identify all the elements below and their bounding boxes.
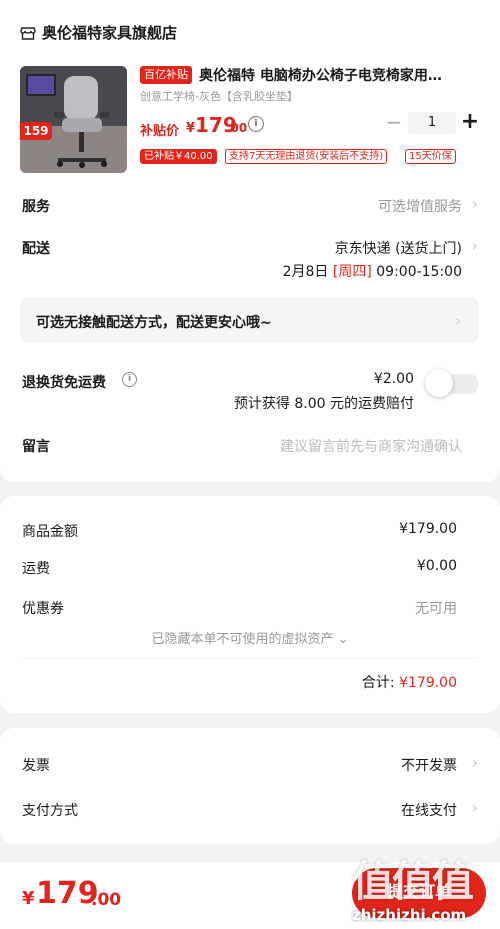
shipping-fee-label: 运费	[22, 561, 50, 577]
hidden-assets-toggle[interactable]: 已隐藏本单不可使用的虚拟资产 ⌄	[0, 628, 500, 647]
subsidy-amount-tag: 已补贴￥40.00	[140, 149, 217, 164]
delivery-schedule[interactable]: 2月8日 [周四] 09:00-15:00	[283, 261, 462, 281]
delivery-chevron-icon[interactable]: ›	[472, 236, 478, 255]
quantity-decrease-button[interactable]: −	[382, 111, 406, 135]
invoice-value[interactable]: 不开发票	[401, 755, 457, 775]
image-price-badge: 159	[20, 122, 52, 140]
product-spec[interactable]: 创意工学椅-灰色【含乳胶坐垫】	[140, 88, 298, 104]
total-integer: 179	[36, 876, 99, 911]
payment-chevron-icon[interactable]: ›	[472, 798, 478, 817]
hidden-assets-text: 已隐藏本单不可使用的虚拟资产	[151, 632, 334, 647]
message-input[interactable]: 建议留言前先与商家沟通确认	[280, 436, 462, 456]
price-summary-card: 商品金额 ¥179.00 运费 ¥0.00 优惠券 无可用 已隐藏本单不可使用的…	[0, 496, 500, 713]
contactless-delivery-text: 可选无接触配送方式，配送更安心哦~	[36, 315, 272, 331]
service-label: 服务	[22, 199, 50, 215]
product-title[interactable]: 奥伦福特 电脑椅办公椅子电竞椅家用…	[199, 65, 474, 85]
delivery-date: 2月8日	[282, 264, 329, 280]
total-currency: ¥	[22, 888, 35, 909]
price-currency: ¥	[186, 121, 196, 136]
chevron-down-icon: ⌄	[337, 632, 349, 647]
quantity-input[interactable]: 1	[408, 112, 456, 134]
contactless-chevron-icon[interactable]: ›	[455, 311, 461, 330]
delivery-weekday: [周四]	[332, 264, 372, 280]
summary-divider	[22, 657, 478, 658]
product-image[interactable]: 159	[20, 66, 127, 173]
subsidy-price-label: 补贴价	[140, 124, 180, 139]
store-name[interactable]: 奥伦福特家具旗舰店	[42, 22, 177, 43]
coupon-value[interactable]: 无可用	[415, 598, 457, 618]
service-chevron-icon[interactable]: ›	[472, 194, 478, 213]
service-value[interactable]: 可选增值服务	[378, 196, 462, 216]
price-protection-tag: 15天价保	[405, 149, 456, 164]
watermark-logo: 值值值	[352, 857, 474, 906]
payment-method-value[interactable]: 在线支付	[401, 800, 457, 820]
invoice-payment-card: 发票 不开发票 › 支付方式 在线支付 ›	[0, 728, 500, 844]
office-chair-image	[20, 66, 127, 173]
order-total-value: ¥179.00	[399, 675, 457, 691]
return-shipping-price: ¥2.00	[373, 371, 414, 387]
invoice-chevron-icon[interactable]: ›	[472, 753, 478, 772]
order-total: 合计: ¥179.00	[362, 672, 457, 692]
subsidy-promo-tag: 百亿补贴	[140, 66, 192, 84]
goods-amount-label: 商品金额	[22, 524, 78, 540]
return-shipping-info-icon[interactable]: i	[122, 372, 137, 387]
return-shipping-label: 退换货免运费	[22, 375, 106, 391]
goods-amount-value: ¥179.00	[399, 521, 457, 537]
delivery-method[interactable]: 京东快递 (送货上门)	[335, 238, 462, 258]
total-decimal: .00	[91, 890, 122, 910]
order-total-label: 合计:	[361, 675, 395, 691]
watermark-url: zhizhizhi.com	[352, 906, 467, 924]
shipping-fee-value: ¥0.00	[416, 558, 457, 574]
invoice-label: 发票	[22, 758, 50, 774]
payment-method-label: 支付方式	[22, 803, 78, 819]
toggle-knob[interactable]	[425, 369, 453, 397]
return-shipping-note: 预计获得 8.00 元的运费赔付	[233, 396, 414, 412]
price-decimal: .00	[226, 121, 248, 135]
return-policy-tag: 支持7天无理由退货(安装后不支持)	[225, 149, 388, 164]
message-label: 留言	[22, 439, 50, 455]
delivery-label: 配送	[22, 241, 50, 257]
store-icon	[20, 27, 36, 40]
quantity-increase-button[interactable]: +	[458, 110, 482, 134]
coupon-label: 优惠券	[22, 601, 64, 617]
delivery-time: 09:00-15:00	[376, 264, 462, 280]
price-info-icon[interactable]: i	[248, 116, 264, 132]
order-info-card: 奥伦福特家具旗舰店 159 百亿补贴 奥伦福特 电脑椅办公椅子电竞椅家用… 创意…	[0, 0, 500, 482]
